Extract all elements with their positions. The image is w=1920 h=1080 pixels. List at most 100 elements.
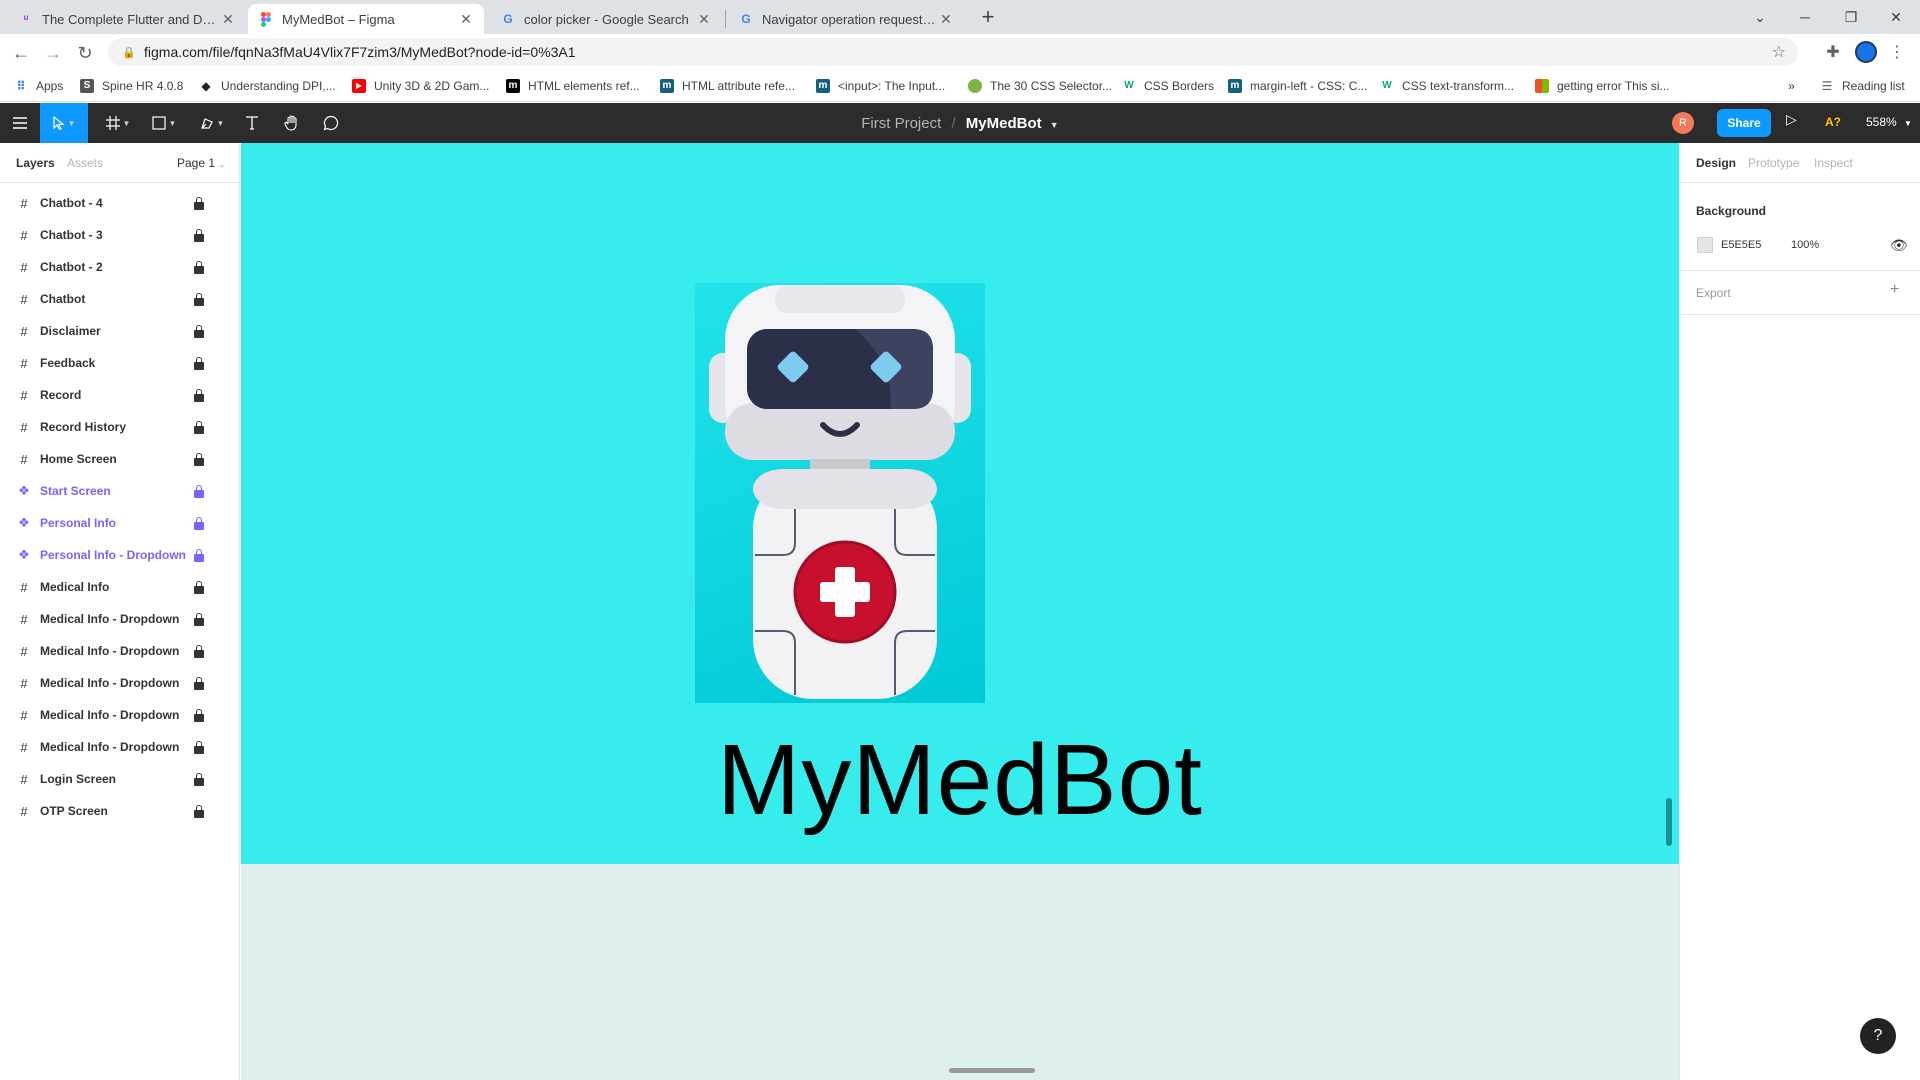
browser-tab-1[interactable]: MyMedBot – Figma ✕ (248, 4, 484, 34)
reading-list-button[interactable]: ☰ Reading list (1820, 77, 1905, 95)
tab-search-icon[interactable]: ⌄ (1740, 4, 1780, 30)
bookmark-item[interactable]: ⠿ Apps (14, 77, 63, 95)
restore-button[interactable]: ❐ (1831, 4, 1871, 30)
vertical-scrollbar[interactable] (1666, 798, 1672, 846)
layer-row[interactable]: # Record (0, 379, 239, 411)
layer-row[interactable]: # Chatbot - 4 (0, 187, 239, 219)
layer-row[interactable]: # Medical Info - Dropdown (0, 667, 239, 699)
horizontal-scrollbar[interactable] (949, 1068, 1035, 1073)
more-bookmarks-icon[interactable]: » (1788, 77, 1795, 95)
lock-icon[interactable] (194, 741, 204, 754)
app-title-text[interactable]: MyMedBot (241, 723, 1679, 838)
layer-row[interactable]: # Medical Info - Dropdown (0, 603, 239, 635)
accessibility-check-button[interactable]: A? (1825, 115, 1841, 129)
visibility-eye-icon[interactable]: 👁 (1890, 237, 1908, 254)
bookmark-item[interactable]: W CSS Borders (1122, 77, 1214, 95)
lock-icon[interactable] (194, 581, 204, 594)
address-bar[interactable]: 🔒 figma.com/file/fqnNa3fMaU4Vlix7F7zim3/… (108, 38, 1798, 66)
bookmark-item[interactable]: m HTML elements ref... (506, 77, 640, 95)
bookmark-star-icon[interactable]: ☆ (1772, 42, 1786, 62)
layer-row[interactable]: # Chatbot (0, 283, 239, 315)
bookmark-item[interactable]: The 30 CSS Selector... (968, 77, 1112, 95)
chevron-down-icon[interactable]: ▼ (1050, 120, 1059, 130)
layer-row[interactable]: # Disclaimer (0, 315, 239, 347)
project-name[interactable]: First Project (861, 115, 941, 132)
menu-kebab-icon[interactable]: ⋮ (1886, 42, 1908, 64)
layer-row[interactable]: ❖ Start Screen (0, 475, 239, 507)
layer-row[interactable]: # Medical Info - Dropdown (0, 731, 239, 763)
file-name[interactable]: MyMedBot (966, 115, 1042, 132)
lock-icon[interactable] (194, 357, 204, 370)
tab-inspect[interactable]: Inspect (1814, 156, 1853, 170)
background-hex-input[interactable]: E5E5E5 (1721, 239, 1761, 251)
bookmark-item[interactable]: W CSS text-transform... (1380, 77, 1514, 95)
extensions-icon[interactable]: ✚ (1822, 42, 1844, 64)
background-opacity-input[interactable]: 100% (1791, 239, 1819, 251)
tab-assets[interactable]: Assets (67, 156, 103, 170)
forward-icon[interactable]: → (40, 40, 66, 66)
lock-icon[interactable] (194, 293, 204, 306)
background-color-swatch[interactable] (1697, 237, 1713, 253)
bookmark-item[interactable]: m <input>: The Input... (816, 77, 945, 95)
new-tab-button[interactable]: + (976, 6, 1000, 30)
close-tab-icon[interactable]: ✕ (458, 11, 474, 28)
lock-icon[interactable] (194, 773, 204, 786)
back-icon[interactable]: ← (8, 40, 34, 66)
robot-mascot-image[interactable] (695, 283, 985, 703)
page-selector[interactable]: Page 1 ⌄ (177, 156, 225, 170)
zoom-menu[interactable]: 558% ▼ (1866, 115, 1912, 129)
lock-icon[interactable] (194, 325, 204, 338)
lock-icon[interactable] (194, 549, 204, 562)
layer-row[interactable]: # Feedback (0, 347, 239, 379)
design-canvas[interactable]: MyMedBot (241, 143, 1679, 1080)
reload-icon[interactable]: ↻ (72, 40, 98, 66)
present-play-icon[interactable]: ▷ (1786, 111, 1797, 128)
layer-row[interactable]: # Login Screen (0, 763, 239, 795)
layer-row[interactable]: ❖ Personal Info - Dropdown (0, 539, 239, 571)
close-tab-icon[interactable]: ✕ (220, 11, 236, 28)
layer-row[interactable]: # Chatbot - 2 (0, 251, 239, 283)
bookmark-item[interactable]: m margin-left - CSS: C... (1228, 77, 1367, 95)
tab-prototype[interactable]: Prototype (1748, 156, 1799, 170)
lock-icon[interactable] (194, 805, 204, 818)
layer-row[interactable]: # Chatbot - 3 (0, 219, 239, 251)
lock-icon[interactable] (194, 453, 204, 466)
lock-icon[interactable] (194, 421, 204, 434)
browser-tab-3[interactable]: G Navigator operation requested w ✕ (728, 4, 964, 34)
lock-icon[interactable] (194, 261, 204, 274)
profile-avatar[interactable] (1855, 41, 1877, 63)
start-screen-frame[interactable]: MyMedBot (241, 143, 1679, 864)
close-tab-icon[interactable]: ✕ (696, 11, 712, 28)
layer-row[interactable]: # Medical Info - Dropdown (0, 635, 239, 667)
lock-icon[interactable] (194, 677, 204, 690)
browser-tab-0[interactable]: ᵘ The Complete Flutter and Dart G ✕ (8, 4, 246, 34)
bookmark-item[interactable]: m HTML attribute refe... (660, 77, 795, 95)
bookmark-item[interactable]: ◆ Understanding DPI,... (199, 77, 335, 95)
tab-design[interactable]: Design (1696, 156, 1736, 170)
avatar[interactable]: R (1672, 112, 1694, 134)
lock-icon[interactable] (194, 485, 204, 498)
close-window-button[interactable]: ✕ (1876, 4, 1916, 30)
add-export-icon[interactable]: + (1890, 281, 1899, 299)
layer-row[interactable]: # Home Screen (0, 443, 239, 475)
lock-icon[interactable] (194, 709, 204, 722)
layer-row[interactable]: # Medical Info - Dropdown (0, 699, 239, 731)
layer-row[interactable]: # OTP Screen (0, 795, 239, 827)
share-button[interactable]: Share (1717, 109, 1771, 137)
tab-layers[interactable]: Layers (16, 156, 55, 170)
lock-icon[interactable] (194, 613, 204, 626)
browser-tab-2[interactable]: G color picker - Google Search ✕ (490, 4, 722, 34)
lock-icon[interactable] (194, 229, 204, 242)
lock-icon[interactable] (194, 389, 204, 402)
help-button[interactable]: ? (1860, 1018, 1896, 1054)
lock-icon[interactable] (194, 517, 204, 530)
bookmark-item[interactable]: getting error This si... (1535, 77, 1670, 95)
layer-row[interactable]: # Medical Info (0, 571, 239, 603)
close-tab-icon[interactable]: ✕ (938, 11, 954, 28)
lock-icon[interactable] (194, 197, 204, 210)
layer-row[interactable]: # Record History (0, 411, 239, 443)
bookmark-item[interactable]: S Spine HR 4.0.8 (80, 77, 183, 95)
bookmark-item[interactable]: ▶ Unity 3D & 2D Gam... (352, 77, 489, 95)
layer-row[interactable]: ❖ Personal Info (0, 507, 239, 539)
lock-icon[interactable] (194, 645, 204, 658)
